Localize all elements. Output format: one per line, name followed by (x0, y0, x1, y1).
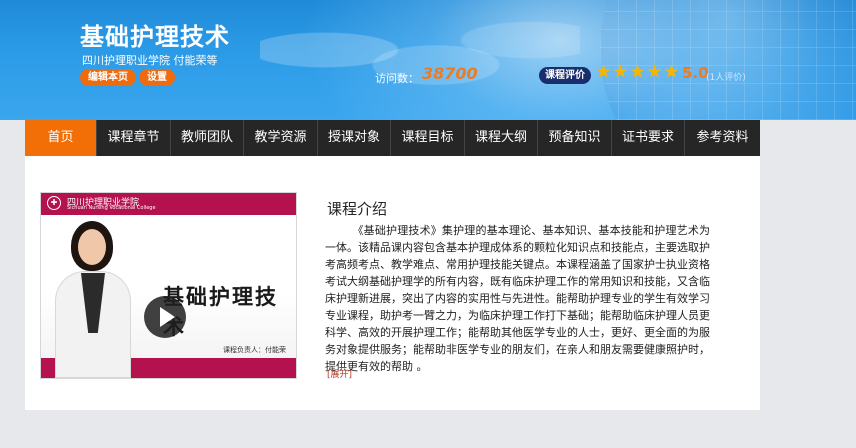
nav-item-home[interactable]: 首页 (25, 120, 97, 156)
nav-item-syllabus[interactable]: 课程大纲 (465, 120, 538, 156)
nav-item-references[interactable]: 参考资料 (685, 120, 760, 156)
play-icon (160, 307, 175, 327)
intro-video[interactable]: ✚ 四川护理职业学院 Sichuan Nursing Vocational Co… (40, 192, 297, 379)
star-icon[interactable] (664, 64, 679, 78)
video-school-name-en: Sichuan Nursing Vocational College (67, 205, 156, 211)
rating-count: (1人评价) (706, 73, 746, 83)
school-teacher-line: 四川护理职业学院 付能荣等 (82, 54, 218, 67)
nav-item-audience[interactable]: 授课对象 (318, 120, 391, 156)
star-icon[interactable] (647, 64, 662, 78)
edit-page-button[interactable]: 编辑本页 (80, 69, 136, 86)
school-logo-icon: ✚ (47, 196, 61, 210)
banner-world-map (260, 10, 580, 110)
video-lecturer-caption: 课程负责人：付能荣 (223, 346, 286, 354)
nav-item-teachers[interactable]: 教师团队 (171, 120, 244, 156)
star-icon[interactable] (613, 64, 628, 78)
main-nav: 首页 课程章节 教师团队 教学资源 授课对象 课程目标 课程大纲 预备知识 证书… (25, 120, 760, 156)
star-icon[interactable] (630, 64, 645, 78)
nav-item-prerequisites[interactable]: 预备知识 (538, 120, 612, 156)
expand-link[interactable]: [展开] (327, 367, 352, 380)
settings-button[interactable]: 设置 (139, 69, 175, 86)
content-card: ✚ 四川护理职业学院 Sichuan Nursing Vocational Co… (25, 156, 760, 410)
course-title: 基础护理技术 (80, 23, 230, 51)
intro-title: 课程介绍 (327, 200, 388, 218)
course-banner: 基础护理技术 四川护理职业学院 付能荣等 编辑本页 设置 访问数： 38700 … (0, 0, 856, 120)
nav-item-resources[interactable]: 教学资源 (244, 120, 318, 156)
nav-item-objectives[interactable]: 课程目标 (391, 120, 465, 156)
banner-globe (600, 0, 856, 120)
lecturer-face (78, 229, 106, 265)
rating-score: 5.0 (682, 64, 709, 82)
nav-item-certificates[interactable]: 证书要求 (612, 120, 685, 156)
star-icon[interactable] (596, 64, 611, 78)
nav-item-chapters[interactable]: 课程章节 (97, 120, 171, 156)
course-evaluation-button[interactable]: 课程评价 (539, 67, 591, 84)
intro-text: 《基础护理技术》集护理的基本理论、基本知识、基本技能和护理艺术为一体。该精品课内… (325, 224, 710, 373)
play-button[interactable] (144, 296, 186, 338)
visits-label: 访问数： (375, 72, 419, 85)
rating-stars[interactable] (596, 64, 681, 84)
visits-count: 38700 (422, 64, 478, 83)
